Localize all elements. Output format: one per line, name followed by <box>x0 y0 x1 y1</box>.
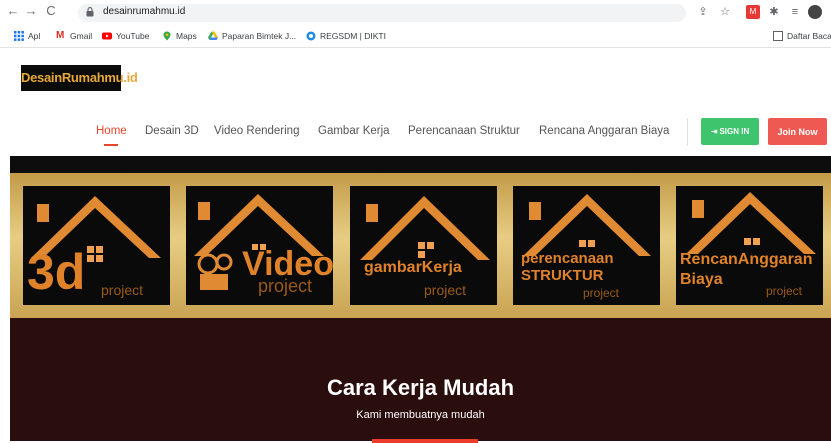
panel-subtitle: project <box>101 282 144 298</box>
drive-icon <box>208 31 218 40</box>
bookmark-regsdm[interactable]: REGSDM | DIKTI <box>306 29 386 43</box>
extension-icon[interactable]: M <box>746 5 760 19</box>
panel-perencanaan-struktur-project[interactable]: perencanaan STRUKTUR project <box>513 186 660 305</box>
panel-video-project[interactable]: Video project <box>186 186 333 305</box>
bookmark-maps[interactable]: Maps <box>162 29 197 43</box>
bookmark-label: REGSDM | DIKTI <box>320 31 386 41</box>
reading-list-icon <box>773 31 783 41</box>
star-icon[interactable]: ☆ <box>718 5 732 19</box>
apps-grid-icon <box>14 31 24 41</box>
bookmark-youtube[interactable]: YouTube <box>102 29 149 43</box>
nav-divider <box>687 118 688 146</box>
nav-desain-3d[interactable]: Desain 3D <box>145 125 199 137</box>
panel-rencana-anggaran-biaya-project[interactable]: RencanAnggaran Biaya project <box>676 186 823 305</box>
bookmark-label: YouTube <box>116 31 150 41</box>
panel-subtitle: project <box>766 284 803 298</box>
bookmark-gmail[interactable]: M Gmail <box>56 29 92 43</box>
nav-home[interactable]: Home <box>96 125 127 137</box>
join-now-button[interactable]: Join Now <box>768 118 827 145</box>
maps-pin-icon <box>163 31 171 41</box>
lock-icon[interactable] <box>86 7 94 17</box>
avatar[interactable] <box>808 5 822 19</box>
bookmark-apps[interactable]: Apl <box>14 29 40 43</box>
hero-subtitle: Kami membuatnya mudah <box>356 409 485 421</box>
site-logo[interactable]: DesainRumahmu.id <box>21 65 138 91</box>
panel-title: 3d <box>27 244 86 300</box>
panel-subtitle: project <box>424 282 467 298</box>
reading-list-label: Daftar Baca <box>787 31 831 41</box>
nav-perencanaan-struktur[interactable]: Perencanaan Struktur <box>408 125 520 137</box>
gmail-icon: M <box>56 30 65 41</box>
share-icon[interactable]: ⇪ <box>696 5 710 19</box>
panel-gambar-kerja-project[interactable]: gambarKerja project <box>350 186 497 305</box>
panel-subtitle: project <box>583 286 620 300</box>
bookmark-paparan[interactable]: Paparan Bimtek J... <box>208 29 296 43</box>
nav-gambar-kerja[interactable]: Gambar Kerja <box>318 125 390 137</box>
login-icon: ⇥ <box>710 127 718 136</box>
nav-video-rendering[interactable]: Video Rendering <box>214 125 299 137</box>
nav-active-indicator <box>104 144 118 146</box>
banner-top-strip <box>10 156 831 173</box>
panel-3d-project[interactable]: 3d project <box>23 186 170 305</box>
bookmark-label: Gmail <box>70 31 93 41</box>
bookmark-label: Paparan Bimtek J... <box>222 31 297 41</box>
reading-list-button[interactable]: Daftar Baca <box>773 29 831 43</box>
forward-icon[interactable]: → <box>24 3 38 19</box>
sign-in-button[interactable]: ⇥ SIGN IN <box>701 118 759 145</box>
reload-icon[interactable]: C <box>44 3 58 19</box>
panel-subtitle: project <box>258 276 313 296</box>
nav-rencana-anggaran-biaya[interactable]: Rencana Anggaran Biaya <box>539 125 669 137</box>
puzzle-icon[interactable]: ✱ <box>767 5 781 19</box>
hero-cta-button[interactable] <box>372 439 478 443</box>
regsdm-icon <box>306 31 316 41</box>
bookmark-label: Maps <box>176 31 197 41</box>
hero-title: Cara Kerja Mudah <box>326 375 515 400</box>
youtube-icon <box>102 32 112 40</box>
url-text[interactable]: desainrumahmu.id <box>103 6 185 17</box>
back-icon[interactable]: ← <box>6 3 20 19</box>
hero-section: Cara Kerja Mudah Kami membuatnya mudah <box>10 318 831 443</box>
bookmarks-bar: Apl M Gmail YouTube Maps Paparan Bimtek … <box>0 25 831 48</box>
panel-title: perencanaan STRUKTUR <box>521 250 614 284</box>
join-now-label: Join Now <box>777 126 818 137</box>
browser-toolbar: ← → C desainrumahmu.id ⇪ ☆ M ✱ ≡ <box>0 0 831 25</box>
reading-list-icon[interactable]: ≡ <box>788 5 802 19</box>
panel-title: gambarKerja <box>364 259 462 276</box>
bookmark-label: Apl <box>28 31 41 41</box>
sign-in-label: SIGN IN <box>719 127 750 136</box>
